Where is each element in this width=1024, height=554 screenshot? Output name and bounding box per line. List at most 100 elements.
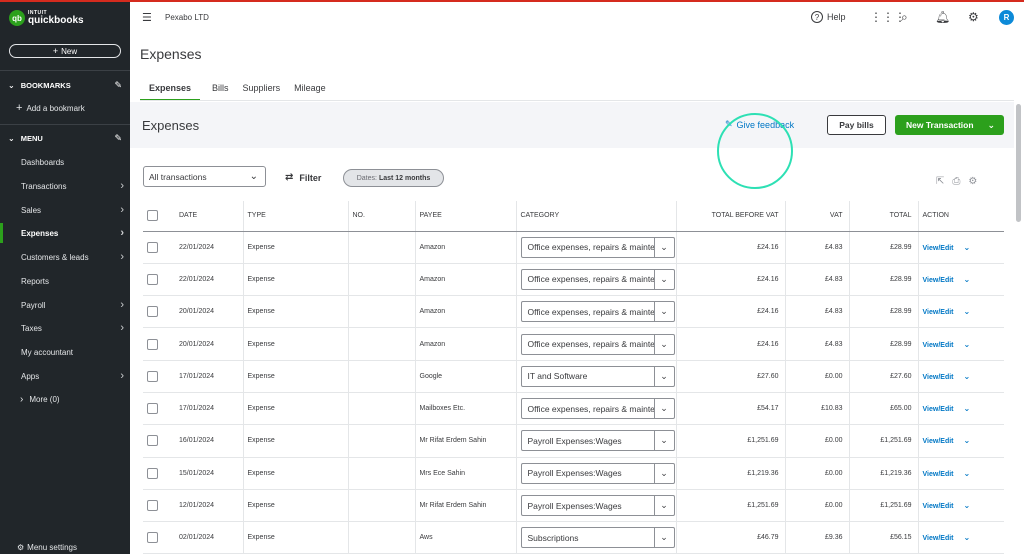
select-all-checkbox[interactable]: [147, 210, 158, 222]
category-select[interactable]: Office expenses, repairs & maintenance⌄: [520, 398, 675, 420]
tab-suppliers[interactable]: Suppliers: [243, 83, 283, 101]
row-checkbox[interactable]: [147, 273, 158, 285]
new-transaction-button[interactable]: New Transaction ⌄: [895, 115, 1004, 135]
row-checkbox[interactable]: [147, 500, 158, 512]
view-edit-link[interactable]: View/Edit ⌄: [923, 372, 971, 381]
table-row[interactable]: 22/01/2024 Expense Amazon Office expenses, …: [143, 263, 1004, 297]
row-checkbox[interactable]: [147, 241, 158, 253]
edit-pencil-icon[interactable]: ✎: [114, 133, 122, 144]
category-select[interactable]: Subscriptions ⌄: [520, 527, 675, 549]
category-select[interactable]: Payroll Expenses:Wages ⌄: [520, 430, 675, 452]
sidebar-item-payroll[interactable]: Payroll ›: [0, 295, 130, 315]
sidebar-item-apps[interactable]: Apps ›: [0, 366, 130, 386]
row-checkbox[interactable]: [147, 435, 158, 447]
row-checkbox[interactable]: [147, 338, 158, 350]
category-select[interactable]: Office expenses, repairs & maintenance⌄: [520, 236, 675, 258]
chevron-down-icon[interactable]: ⌄: [964, 340, 971, 349]
menu-header[interactable]: ⌄ MENU ✎: [8, 131, 126, 145]
header-payee[interactable]: PAYEE: [415, 201, 517, 232]
chevron-down-icon[interactable]: ⌄: [964, 372, 971, 381]
menu-settings-link[interactable]: ⚙ Menu settings: [17, 543, 77, 552]
avatar[interactable]: R: [999, 10, 1014, 25]
table-row[interactable]: 02/01/2024 Expense Aws Subscriptions ⌄ £46.79…: [143, 521, 1004, 554]
table-row[interactable]: 15/01/2024 Expense Mrs Ece Sahin Payroll Ex…: [143, 457, 1004, 490]
view-edit-link[interactable]: View/Edit ⌄: [923, 436, 971, 445]
quickbooks-logo[interactable]: qb INTUIT quickbooks: [9, 10, 84, 26]
row-checkbox[interactable]: [147, 370, 158, 382]
category-select[interactable]: Office expenses, repairs & maintenance⌄: [520, 268, 675, 290]
category-select[interactable]: IT and Software ⌄: [520, 365, 675, 387]
bookmarks-header[interactable]: ⌄ BOOKMARKS ✎: [8, 78, 126, 92]
table-row[interactable]: 17/01/2024 Expense Mailboxes Etc. Office ex…: [143, 392, 1004, 426]
tab-expenses[interactable]: Expenses: [140, 83, 201, 101]
print-icon[interactable]: ⎙: [952, 176, 960, 187]
category-select[interactable]: Payroll Expenses:Wages ⌄: [520, 495, 675, 517]
scrollbar-thumb[interactable]: [1016, 104, 1021, 222]
sidebar-item-reports[interactable]: Reports: [0, 271, 130, 291]
chevron-down-icon[interactable]: ⌄: [653, 334, 674, 354]
chevron-down-icon[interactable]: ⌄: [653, 399, 674, 419]
row-checkbox[interactable]: [147, 403, 158, 415]
table-row[interactable]: 22/01/2024 Expense Amazon Office expenses, …: [143, 231, 1004, 264]
chevron-down-icon[interactable]: ⌄: [964, 307, 971, 316]
add-bookmark-link[interactable]: + Add a bookmark: [16, 102, 85, 114]
search-icon[interactable]: ⌕: [901, 10, 908, 25]
table-row[interactable]: 20/01/2024 Expense Amazon Office expenses, …: [143, 327, 1004, 361]
chevron-down-icon[interactable]: ⌄: [964, 275, 971, 284]
sidebar-item-transactions[interactable]: Transactions ›: [0, 176, 130, 196]
tab-bills[interactable]: Bills: [212, 83, 231, 101]
chevron-down-icon[interactable]: ⌄: [653, 496, 674, 516]
view-edit-link[interactable]: View/Edit ⌄: [923, 307, 971, 316]
chevron-down-icon[interactable]: ⌄: [653, 269, 674, 289]
pay-bills-button[interactable]: Pay bills: [827, 115, 886, 135]
edit-pencil-icon[interactable]: ✎: [114, 80, 122, 91]
view-edit-link[interactable]: View/Edit ⌄: [923, 340, 971, 349]
sidebar-item-taxes[interactable]: Taxes ›: [0, 318, 130, 338]
view-edit-link[interactable]: View/Edit ⌄: [923, 275, 971, 284]
chevron-down-icon[interactable]: ⌄: [653, 431, 674, 451]
chevron-down-icon[interactable]: ⌄: [653, 237, 674, 257]
row-checkbox[interactable]: [147, 467, 158, 479]
table-row[interactable]: 17/01/2024 Expense Google IT and Software ⌄ £…: [143, 360, 1004, 393]
notifications-bell-icon[interactable]: 🔔︎: [935, 10, 950, 24]
chevron-down-icon[interactable]: ⌄: [964, 436, 971, 445]
chevron-down-icon[interactable]: ⌄: [653, 528, 674, 548]
view-edit-link[interactable]: View/Edit ⌄: [923, 533, 971, 542]
new-button[interactable]: + New: [9, 44, 121, 58]
chevron-down-icon[interactable]: ⌄: [653, 463, 674, 483]
view-edit-link[interactable]: View/Edit ⌄: [923, 404, 971, 413]
sidebar-item-customers-leads[interactable]: Customers & leads ›: [0, 247, 130, 267]
tab-mileage[interactable]: Mileage: [294, 83, 328, 101]
transaction-type-select[interactable]: All transactions ⌄: [143, 166, 266, 187]
chevron-down-icon[interactable]: ⌄: [964, 501, 971, 510]
header-vat[interactable]: VAT: [785, 201, 850, 232]
chevron-down-icon[interactable]: ⌄: [964, 404, 971, 413]
chevron-down-icon[interactable]: ⌄: [964, 469, 971, 478]
give-feedback-link[interactable]: ✎ Give feedback: [725, 119, 794, 130]
help-button[interactable]: ? Help: [811, 11, 846, 23]
category-select[interactable]: Office expenses, repairs & maintenance⌄: [520, 301, 675, 323]
sidebar-item-my-accountant[interactable]: My accountant: [0, 342, 130, 362]
row-checkbox[interactable]: [147, 306, 158, 318]
table-row[interactable]: 12/01/2024 Expense Mr Rifat Erdem Sahin Pay…: [143, 489, 1004, 523]
header-total[interactable]: TOTAL: [849, 201, 919, 232]
header-no[interactable]: NO.: [348, 201, 416, 232]
view-edit-link[interactable]: View/Edit ⌄: [923, 501, 971, 510]
category-select[interactable]: Payroll Expenses:Wages ⌄: [520, 462, 675, 484]
table-settings-gear-icon[interactable]: ⚙: [968, 176, 977, 187]
filter-button[interactable]: ⇄ Filter: [285, 172, 321, 183]
date-filter-chip[interactable]: Dates: Last 12 months: [343, 169, 444, 187]
collapse-menu-icon[interactable]: ☰: [142, 11, 152, 24]
sidebar-item-expenses[interactable]: Expenses ›: [0, 223, 130, 243]
table-row[interactable]: 20/01/2024 Expense Amazon Office expenses, …: [143, 295, 1004, 329]
category-select[interactable]: Office expenses, repairs & maintenance⌄: [520, 333, 675, 355]
chevron-down-icon[interactable]: ⌄: [964, 243, 971, 252]
row-checkbox[interactable]: [147, 532, 158, 544]
chevron-down-icon[interactable]: ⌄: [964, 533, 971, 542]
header-type[interactable]: TYPE: [243, 201, 349, 232]
header-category[interactable]: CATEGORY: [516, 201, 677, 232]
header-date[interactable]: DATE: [175, 201, 244, 232]
sidebar-item-more[interactable]: › More (0): [0, 389, 130, 409]
sidebar-item-dashboards[interactable]: Dashboards: [0, 152, 130, 172]
chevron-down-icon[interactable]: ⌄: [653, 302, 674, 322]
